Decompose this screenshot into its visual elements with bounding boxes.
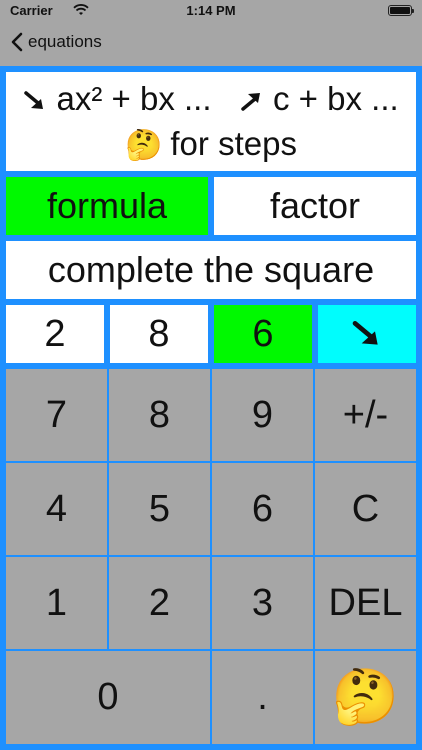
- arrow-up-right-icon: [241, 92, 260, 111]
- key-delete[interactable]: DEL: [315, 557, 416, 649]
- complete-square-button[interactable]: complete the square: [6, 241, 416, 299]
- steps-hint-text: for steps: [170, 124, 297, 162]
- battery-icon: [388, 5, 414, 16]
- back-button[interactable]: equations: [10, 32, 102, 52]
- thinking-face-icon: 🤔: [331, 667, 400, 727]
- equation-right-text: c + bx ...: [273, 79, 399, 117]
- chevron-left-icon: [11, 32, 23, 52]
- equation-left-text: ax² + bx ...: [56, 79, 212, 117]
- equation-line: ax² + bx ... c + bx ...: [23, 76, 399, 121]
- steps-hint: 🤔 for steps: [125, 121, 297, 168]
- status-bar: Carrier 1:14 PM: [0, 0, 422, 22]
- key-3[interactable]: 3: [212, 557, 313, 649]
- key-plus-minus[interactable]: +/-: [315, 369, 416, 461]
- key-1[interactable]: 1: [6, 557, 107, 649]
- navigation-bar: equations: [0, 22, 422, 66]
- key-decimal[interactable]: .: [212, 651, 313, 744]
- formula-button[interactable]: formula: [6, 177, 208, 235]
- arrow-down-right-icon: [24, 91, 44, 109]
- show-steps-button[interactable]: 🤔: [315, 651, 416, 744]
- factor-button[interactable]: factor: [214, 177, 416, 235]
- key-7[interactable]: 7: [6, 369, 107, 461]
- key-9[interactable]: 9: [212, 369, 313, 461]
- arrow-down-right-icon: [352, 321, 378, 345]
- key-8[interactable]: 8: [109, 369, 210, 461]
- coefficient-b-field[interactable]: 8: [110, 305, 208, 363]
- clock-label: 1:14 PM: [186, 3, 236, 18]
- key-0[interactable]: 0: [6, 651, 210, 744]
- key-clear[interactable]: C: [315, 463, 416, 555]
- direction-toggle-button[interactable]: [318, 305, 416, 363]
- key-2[interactable]: 2: [109, 557, 210, 649]
- equation-display[interactable]: ax² + bx ... c + bx ... 🤔 for steps: [6, 72, 416, 171]
- thinking-face-icon: 🤔: [125, 128, 163, 162]
- back-label: equations: [28, 32, 102, 51]
- key-6[interactable]: 6: [212, 463, 313, 555]
- key-4[interactable]: 4: [6, 463, 107, 555]
- key-5[interactable]: 5: [109, 463, 210, 555]
- solver-panel: ax² + bx ... c + bx ... 🤔 for steps formu…: [0, 66, 422, 750]
- coefficient-a-field[interactable]: 2: [6, 305, 104, 363]
- coefficient-c-field[interactable]: 6: [214, 305, 312, 363]
